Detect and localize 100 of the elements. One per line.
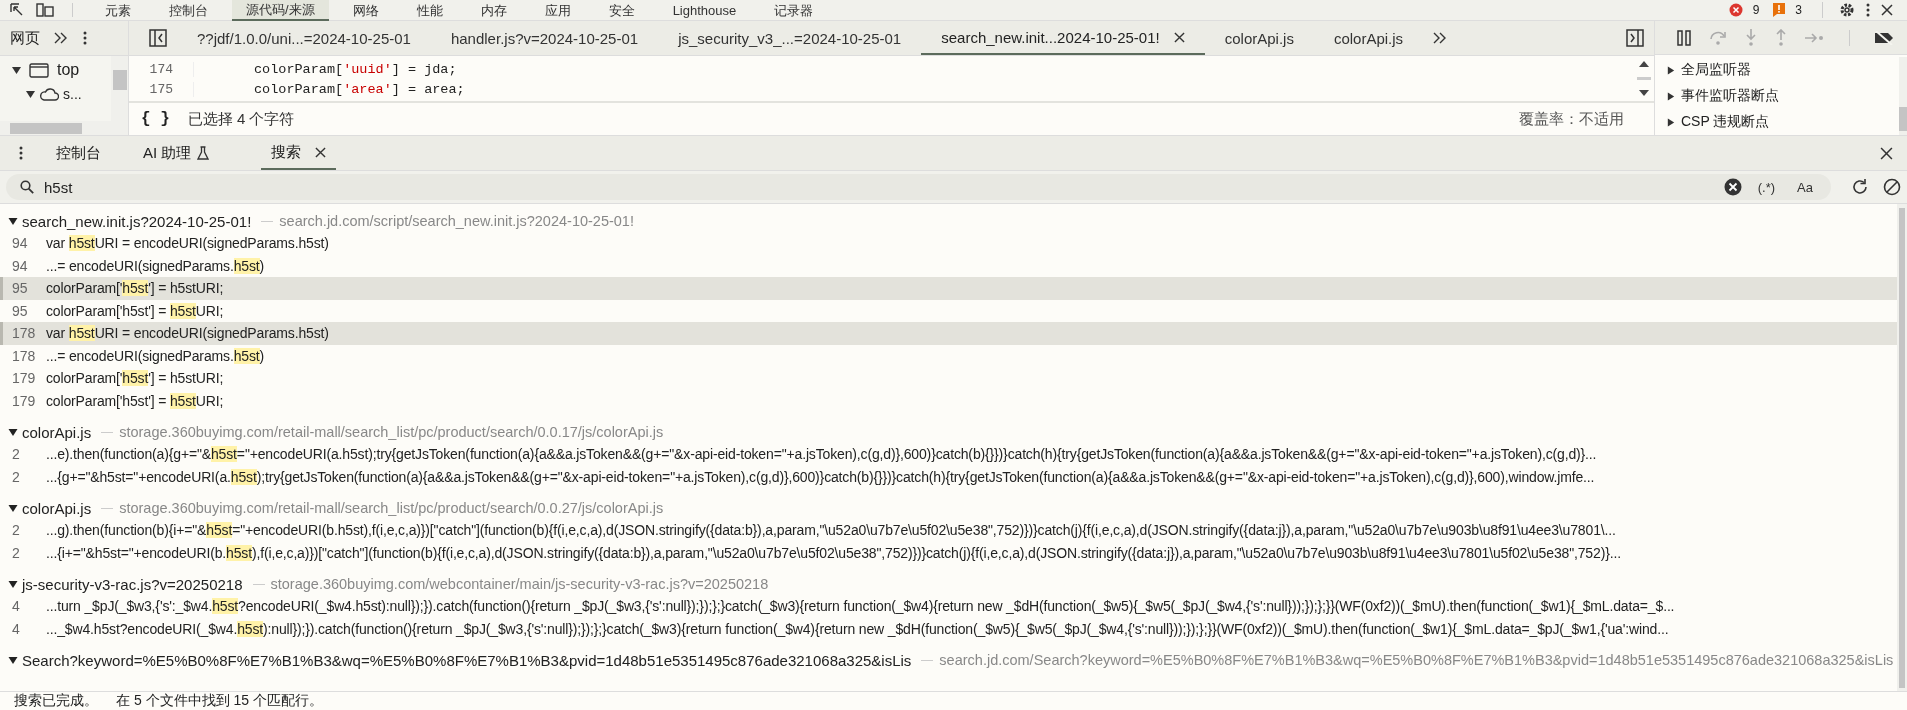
file-tab[interactable]: ??jdf/1.0.0/uni...=2024-10-25-01 [177,21,431,55]
clear-icon[interactable] [1723,178,1742,196]
flask-icon [197,146,210,160]
sidebar-toggle-icon[interactable] [149,29,167,47]
drawer-tab[interactable]: 控制台 [46,136,111,170]
panel-tab[interactable]: 安全 [594,0,649,20]
regex-toggle[interactable]: (.*) [1751,179,1782,195]
line-number: 178 [11,325,36,342]
vertical-scrollbar[interactable] [111,56,128,135]
settings-icon[interactable] [1839,2,1855,18]
more-icon[interactable] [1865,2,1871,18]
search-icon [20,180,34,194]
scroll-down-icon[interactable] [1639,89,1649,97]
file-url: storage.360buyimg.com/retail-mall/search_list/pc/product/search/0.0.17/js/colorApi.js [101,424,664,440]
tree-item[interactable]: s... [0,82,111,106]
panel-tab[interactable]: 应用 [530,0,585,20]
vertical-scrollbar[interactable] [1899,57,1907,135]
device-icon[interactable] [36,3,54,17]
pretty-print-button[interactable]: { } [137,110,174,128]
chevron-icon[interactable] [54,32,68,44]
result-code: colorParam['h5st'] = h5stURI; [46,392,224,409]
result-code: var h5stURI = encodeURI(signedParams.h5st) [46,235,329,252]
line-number: 4 [11,620,21,637]
close-icon[interactable] [1173,31,1185,43]
pause-icon[interactable] [1677,29,1691,46]
expand-arrow-icon[interactable] [1667,117,1675,127]
refresh-icon[interactable] [1851,178,1869,196]
expand-arrow-icon[interactable] [1667,65,1675,75]
search-result-line[interactable]: 179 colorParam['h5st'] = h5stURI; [0,389,1897,412]
expand-arrow-icon[interactable] [8,503,18,513]
panel-tab[interactable]: 元素 [91,0,145,20]
more-icon[interactable] [82,30,88,46]
line-number: 2 [11,468,21,485]
result-file-header[interactable]: js-security-v3-rac.js?v=20250218 storage.360buyimg.com/webcontainer/main/js-security-v3-rac.js?v=20250218 [0,573,1897,595]
search-result-line[interactable]: 178 ...= encodeURI(signedParams.h5st) [0,344,1897,367]
panel-tab[interactable]: 源代码/来源 [232,0,329,21]
expand-arrow-icon[interactable] [8,427,18,437]
panel-tab[interactable]: 记录器 [760,0,828,20]
search-status: 搜索已完成。 [14,692,98,710]
expand-arrow-icon[interactable] [26,89,35,99]
file-url: search.jd.com/script/search_new.init.js?2024-10-25-01! [261,213,634,229]
line-number: 175 [129,81,194,97]
line-number: 174 [129,61,194,77]
expand-arrow-icon[interactable] [1667,91,1675,101]
file-tab[interactable]: colorApi.js [1313,21,1424,55]
line-number: 4 [11,598,21,615]
search-result-line[interactable]: 94 ...= encodeURI(signedParams.h5st) [0,254,1897,277]
vertical-scrollbar[interactable] [1897,204,1907,691]
result-file-header[interactable]: colorApi.js storage.360buyimg.com/retail-mall/search_list/pc/product/search/0.0.17/js/colorApi.js [0,421,1897,443]
close-icon[interactable] [1880,146,1893,160]
search-field[interactable]: h5st (.*) Aa [6,174,1831,200]
chevron-icon[interactable] [1433,32,1448,44]
tree-item[interactable]: top [0,58,111,82]
result-code: ...{i+="&h5st="+encodeURI(b.h5st),f(i,e,c,a)})["catch"](function(b){f(i,e,c,a),d(JSON.stringify({data:b}),a,param,"\u52a0\u7b7e\u5f02\u5e38",752)})}catch(j){f(i,e,c,a),d(JSON.stringify({data:j}),a,param,"\u52a0\u7b7e\u903b\u8f91\u4ee3\u7801\u5f02\u5e38",752)}... [46,544,1621,561]
search-result-line[interactable]: 179 colorParam['h5st'] = h5stURI; [0,367,1897,390]
line-number: 2 [11,446,21,463]
expand-arrow-icon[interactable] [8,216,18,226]
panel-tab[interactable]: 性能 [402,0,457,20]
search-result-line[interactable]: 95 colorParam['h5st'] = h5stURI; [0,299,1897,322]
file-url: search.jd.com/Search?keyword=%E5%B0%8F%E7%B1%B3&wq=%E5%B0%8F%E7%B1%B3&pvid=1d48b51e5351495c876ade321068a325&isLis [921,652,1894,668]
selection-info: 已选择 4 个字符 [187,109,295,129]
sidebar-toggle-icon[interactable] [1626,29,1644,47]
expand-arrow-icon[interactable] [8,655,18,665]
expand-arrow-icon[interactable] [12,65,21,75]
file-tab[interactable]: handler.js?v=2024-10-25-01 [430,21,659,55]
file-tab[interactable]: colorApi.js [1204,21,1314,55]
coverage-info: 覆盖率：不适用 [1519,109,1624,129]
breakpoint-section[interactable]: CSP 违规断点 [1667,109,1899,135]
close-icon[interactable] [1881,4,1893,16]
clear-results-icon[interactable] [1883,178,1901,196]
more-icon[interactable] [18,145,24,161]
close-icon[interactable] [315,146,327,158]
line-number: 94 [11,257,29,274]
breakpoint-section[interactable]: 事件监听器断点 [1667,83,1899,109]
code-line: colorParam['area'] = area; [254,81,465,97]
result-file-header[interactable]: search_new.init.js?2024-10-25-01! search.jd.com/script/search_new.init.js?2024-10-25-01! [0,210,1897,232]
match-case-toggle[interactable]: Aa [1791,179,1819,195]
search-result-line[interactable]: 94 var h5stURI = encodeURI(signedParams.h5st) [0,232,1897,255]
result-code: ...= encodeURI(signedParams.h5st) [46,347,264,364]
result-file-header[interactable]: colorApi.js storage.360buyimg.com/retail-mall/search_list/pc/product/search/0.0.27/js/colorApi.js [0,497,1897,519]
panel-tab[interactable]: Lighthouse [658,0,751,20]
breakpoint-section[interactable]: 全局监听器 [1667,57,1899,83]
file-name: search_new.init.js?2024-10-25-01! [22,212,252,230]
line-number: 179 [11,370,36,387]
file-tab[interactable]: js_security_v3_...=2024-10-25-01 [658,21,922,55]
result-code: var h5stURI = encodeURI(signedParams.h5st) [46,325,329,342]
search-input[interactable]: h5st [44,178,1714,196]
panel-tab[interactable]: 网络 [338,0,393,20]
line-number: 2 [11,544,21,561]
page-tab[interactable]: 网页 [10,28,40,48]
panel-tab[interactable]: 控制台 [155,0,222,20]
line-number: 94 [11,235,29,252]
horizontal-scrollbar[interactable] [0,121,111,135]
drawer-tab[interactable]: AI 助理 [133,136,220,170]
deactivate-breakpoints-icon[interactable] [1874,30,1894,45]
frame-icon [29,62,49,78]
scroll-up-icon[interactable] [1639,60,1649,68]
expand-arrow-icon[interactable] [8,579,18,589]
result-code: ...= encodeURI(signedParams.h5st) [46,257,264,274]
panel-tab[interactable]: 内存 [466,0,521,20]
